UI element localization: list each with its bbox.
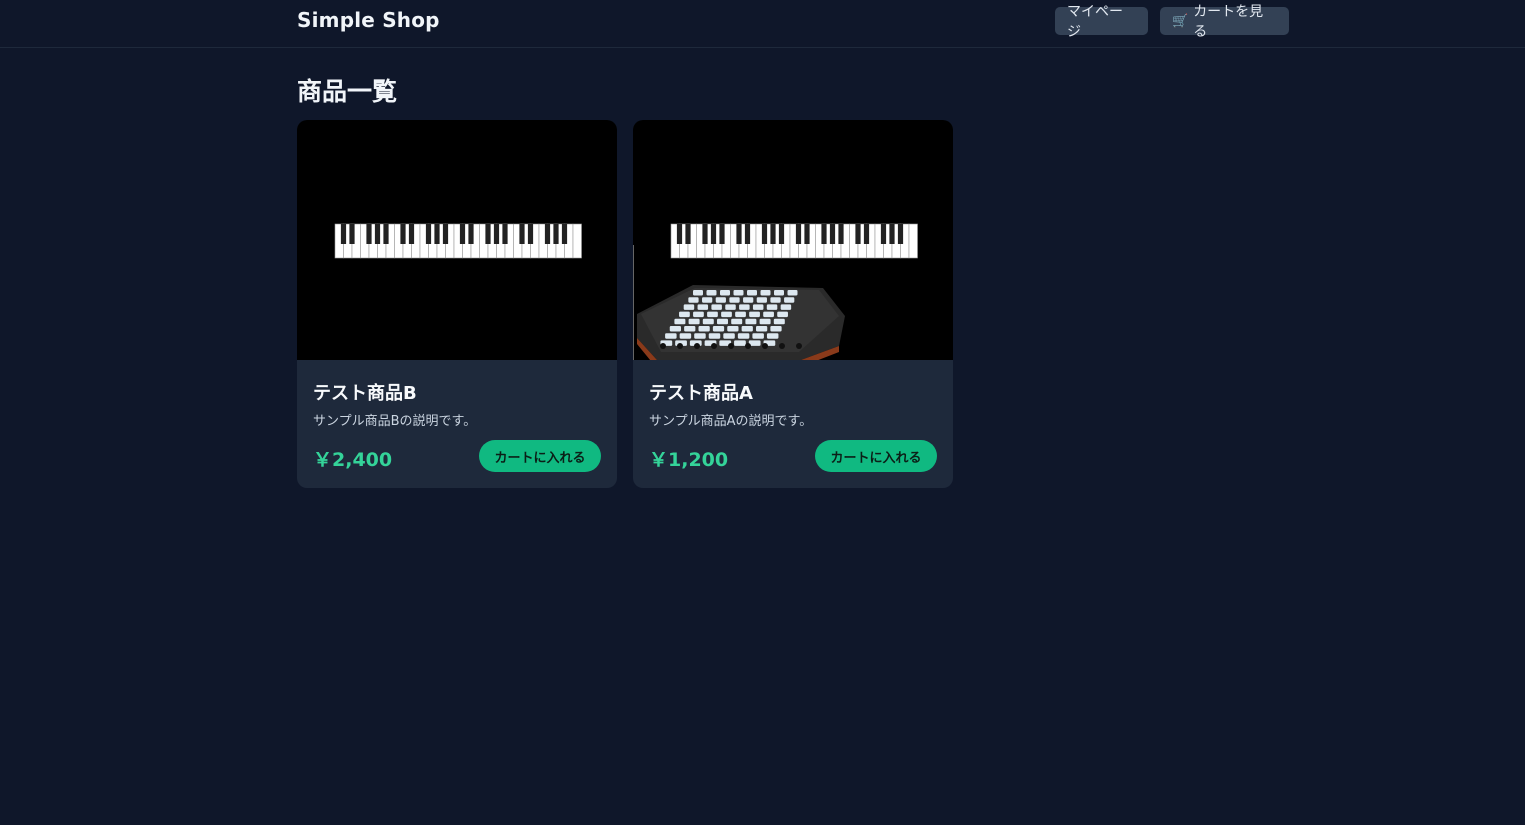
piano-and-launchpad-image bbox=[633, 223, 918, 360]
product-price: ￥2,400 bbox=[313, 449, 393, 471]
cart-icon: 🛒 bbox=[1172, 13, 1189, 29]
product-description: サンプル商品Bの説明です。 bbox=[313, 414, 477, 429]
product-image[interactable] bbox=[297, 120, 617, 360]
add-to-cart-button[interactable]: カートに入れる bbox=[479, 440, 601, 472]
mypage-button[interactable]: マイページ bbox=[1055, 4, 1148, 40]
product-image[interactable] bbox=[633, 120, 953, 360]
product-card: テスト商品B サンプル商品Bの説明です。 ￥2,400 カートに入れる bbox=[297, 120, 617, 488]
product-name: テスト商品B bbox=[313, 383, 417, 404]
product-description: サンプル商品Aの説明です。 bbox=[649, 414, 813, 429]
add-to-cart-label: カートに入れる bbox=[830, 450, 922, 466]
product-card: テスト商品A サンプル商品Aの説明です。 ￥1,200 カートに入れる bbox=[633, 120, 953, 488]
add-to-cart-label: カートに入れる bbox=[494, 450, 586, 466]
product-name: テスト商品A bbox=[649, 383, 753, 404]
piano-keyboard-image bbox=[334, 223, 582, 259]
view-cart-label: カートを見る bbox=[1193, 4, 1264, 40]
view-cart-button[interactable]: 🛒 カートを見る bbox=[1160, 4, 1289, 40]
launchpad-device bbox=[637, 285, 845, 360]
header: Simple Shop マイページ 🛒 カートを見る bbox=[0, 0, 1525, 48]
product-price: ￥1,200 bbox=[649, 449, 729, 471]
brand-logo[interactable]: Simple Shop bbox=[297, 8, 440, 32]
page-title: 商品一覧 bbox=[297, 77, 398, 106]
add-to-cart-button[interactable]: カートに入れる bbox=[815, 440, 937, 472]
mypage-label: マイページ bbox=[1067, 4, 1123, 40]
